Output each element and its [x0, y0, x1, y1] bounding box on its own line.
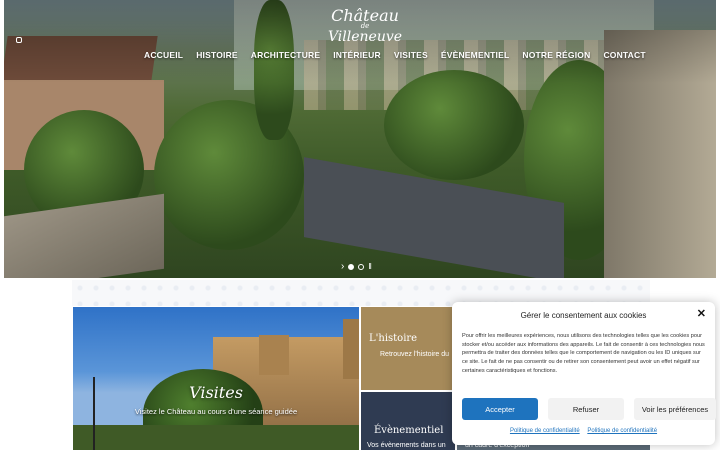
nav-item-interieur[interactable]: INTÉRIEUR [333, 50, 381, 60]
site-logo[interactable]: Château de Villeneuve [322, 8, 408, 45]
tile-evenementiel-title: Évènementiel [374, 425, 444, 436]
next-arrow-icon[interactable]: › [341, 262, 344, 272]
tile-evenementiel-subtitle: Vos évènements dans un [367, 442, 446, 449]
tile-histoire-subtitle: Retrouvez l'histoire du [380, 351, 450, 358]
nav-item-evenementiel[interactable]: ÉVÈNEMENTIEL [441, 50, 510, 60]
hero-slider: Château de Villeneuve ACCUEIL HISTOIRE A… [4, 0, 716, 278]
slide-dot-2[interactable] [358, 264, 365, 270]
tile-evenementiel[interactable]: Évènementiel Vos évènements dans un [361, 392, 455, 450]
cookie-title: Gérer le consentement aux cookies [520, 311, 647, 320]
preferences-button[interactable]: Voir les préférences [634, 398, 716, 420]
cookie-consent-dialog: Gérer le consentement aux cookies ✕ Pour… [452, 302, 716, 445]
nav-item-architecture[interactable]: ARCHITECTURE [251, 50, 320, 60]
privacy-policy-link-2[interactable]: Politique de confidentialité [587, 428, 657, 434]
tile-histoire[interactable]: L'histoire Retrouvez l'histoire du [361, 307, 455, 390]
tile-visites-subtitle: Visitez le Château au cours d'une séance… [134, 407, 298, 416]
nav-item-histoire[interactable]: HISTOIRE [196, 50, 238, 60]
lock-icon [16, 37, 22, 43]
nav-item-notre-region[interactable]: NOTRE RÉGION [522, 50, 590, 60]
close-icon[interactable]: ✕ [697, 309, 706, 320]
refuse-button[interactable]: Refuser [548, 398, 624, 420]
nav-item-visites[interactable]: VISITES [394, 50, 428, 60]
main-nav: ACCUEIL HISTOIRE ARCHITECTURE INTÉRIEUR … [144, 50, 659, 60]
tile-histoire-title: L'histoire [369, 333, 418, 344]
cookie-buttons: Accepter Refuser Voir les préférences [462, 398, 716, 420]
cookie-links: Politique de confidentialité Politique d… [452, 428, 715, 434]
tile-visites-title: Visites [189, 383, 243, 402]
cookie-text: Pour offrir les meilleures expériences, … [462, 333, 705, 374]
privacy-policy-link-1[interactable]: Politique de confidentialité [510, 428, 580, 434]
accept-button[interactable]: Accepter [462, 398, 538, 420]
page: Château de Villeneuve ACCUEIL HISTOIRE A… [0, 0, 720, 450]
slider-controls: › II [341, 262, 372, 272]
logo-line-3: Villeneuve [327, 29, 403, 45]
nav-item-accueil[interactable]: ACCUEIL [144, 50, 183, 60]
nav-item-contact[interactable]: CONTACT [603, 50, 645, 60]
slide-dot-1[interactable] [348, 264, 355, 270]
pause-icon[interactable]: II [368, 263, 372, 271]
tile-visites[interactable]: Visites Visitez le Château au cours d'un… [73, 307, 359, 450]
